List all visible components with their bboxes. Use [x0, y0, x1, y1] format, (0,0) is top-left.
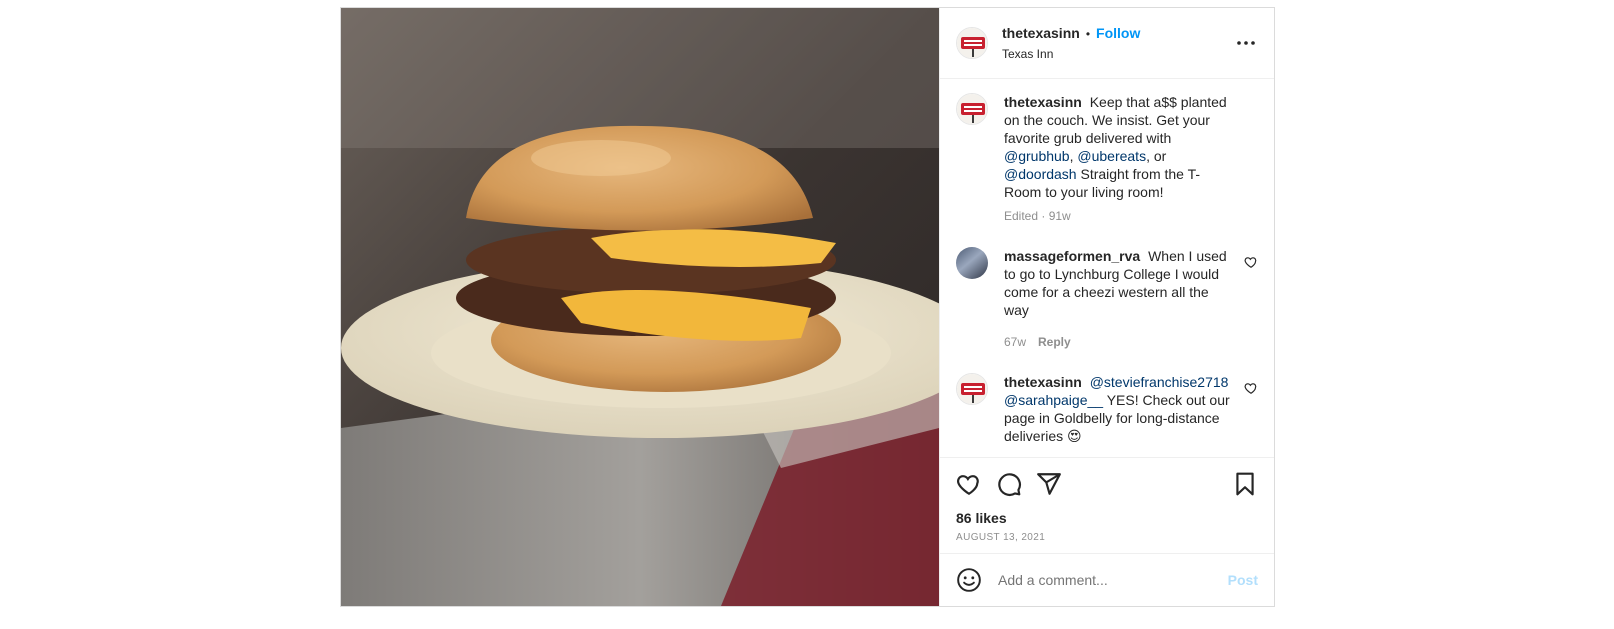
post-location[interactable]: Texas Inn — [1002, 47, 1234, 61]
author-username[interactable]: thetexasinn — [1002, 25, 1080, 41]
like-heart-icon[interactable] — [956, 471, 982, 497]
texas-inn-logo — [957, 374, 987, 404]
texas-inn-logo — [957, 28, 987, 58]
commenter-avatar[interactable] — [956, 373, 988, 405]
mention-link[interactable]: @steviefranchise2718 — [1090, 374, 1229, 390]
comment-item: thetexasinn @steviefranchise2718 @sarahp… — [956, 373, 1258, 445]
likes-count[interactable]: 86 likes — [956, 510, 1258, 526]
caption-avatar[interactable] — [956, 93, 988, 125]
post-actions: 86 likes August 13, 2021 — [940, 457, 1274, 553]
post-header: thetexasinn • Follow Texas Inn — [940, 8, 1274, 79]
author-avatar[interactable] — [956, 27, 988, 59]
post-image[interactable] — [341, 8, 939, 606]
post-comment-button[interactable]: Post — [1228, 572, 1258, 588]
mention-link[interactable]: @sarahpaige__ — [1004, 392, 1103, 408]
emoji-icon[interactable] — [956, 567, 982, 593]
caption-separator: , or — [1146, 148, 1167, 164]
caption-username[interactable]: thetexasinn — [1004, 94, 1082, 110]
texas-inn-logo — [957, 94, 987, 124]
comment-age[interactable]: 67w — [1004, 335, 1026, 349]
caption: thetexasinn Keep that a$$ planted on the… — [956, 93, 1258, 225]
comment-meta: 67w Reply — [1004, 333, 1232, 351]
add-comment-bar: Post — [940, 553, 1274, 606]
reply-button[interactable]: Reply — [1038, 335, 1071, 349]
like-comment-heart-icon[interactable] — [1244, 381, 1258, 395]
follow-button[interactable]: Follow — [1096, 25, 1140, 41]
separator-dot: • — [1085, 27, 1091, 41]
like-comment-heart-icon[interactable] — [1244, 255, 1258, 269]
instagram-post: thetexasinn • Follow Texas Inn thetexasi… — [340, 7, 1275, 607]
more-options-icon[interactable] — [1234, 31, 1258, 55]
comment-body: massageformen_rva When I used to go to L… — [1004, 247, 1232, 351]
post-date[interactable]: August 13, 2021 — [956, 532, 1258, 543]
mention-link[interactable]: @grubhub — [1004, 148, 1070, 164]
mention-link[interactable]: @ubereats — [1077, 148, 1146, 164]
comment-bubble-icon[interactable] — [996, 471, 1022, 497]
comment-username[interactable]: massageformen_rva — [1004, 248, 1140, 264]
commenter-avatar[interactable] — [956, 247, 988, 279]
comment-input[interactable] — [996, 571, 1228, 589]
comment-username[interactable]: thetexasinn — [1004, 374, 1082, 390]
comment-item: massageformen_rva When I used to go to L… — [956, 247, 1258, 351]
caption-meta: Edited · 91w — [1004, 209, 1071, 223]
post-side-panel: thetexasinn • Follow Texas Inn thetexasi… — [939, 8, 1274, 606]
caption-body: thetexasinn Keep that a$$ planted on the… — [1004, 93, 1232, 225]
share-send-icon[interactable] — [1036, 471, 1062, 497]
comment-body: thetexasinn @steviefranchise2718 @sarahp… — [1004, 373, 1232, 445]
burger-photo — [341, 8, 939, 606]
comments-section[interactable]: thetexasinn Keep that a$$ planted on the… — [940, 79, 1274, 457]
mention-link[interactable]: @doordash — [1004, 166, 1077, 182]
save-bookmark-icon[interactable] — [1232, 471, 1258, 497]
